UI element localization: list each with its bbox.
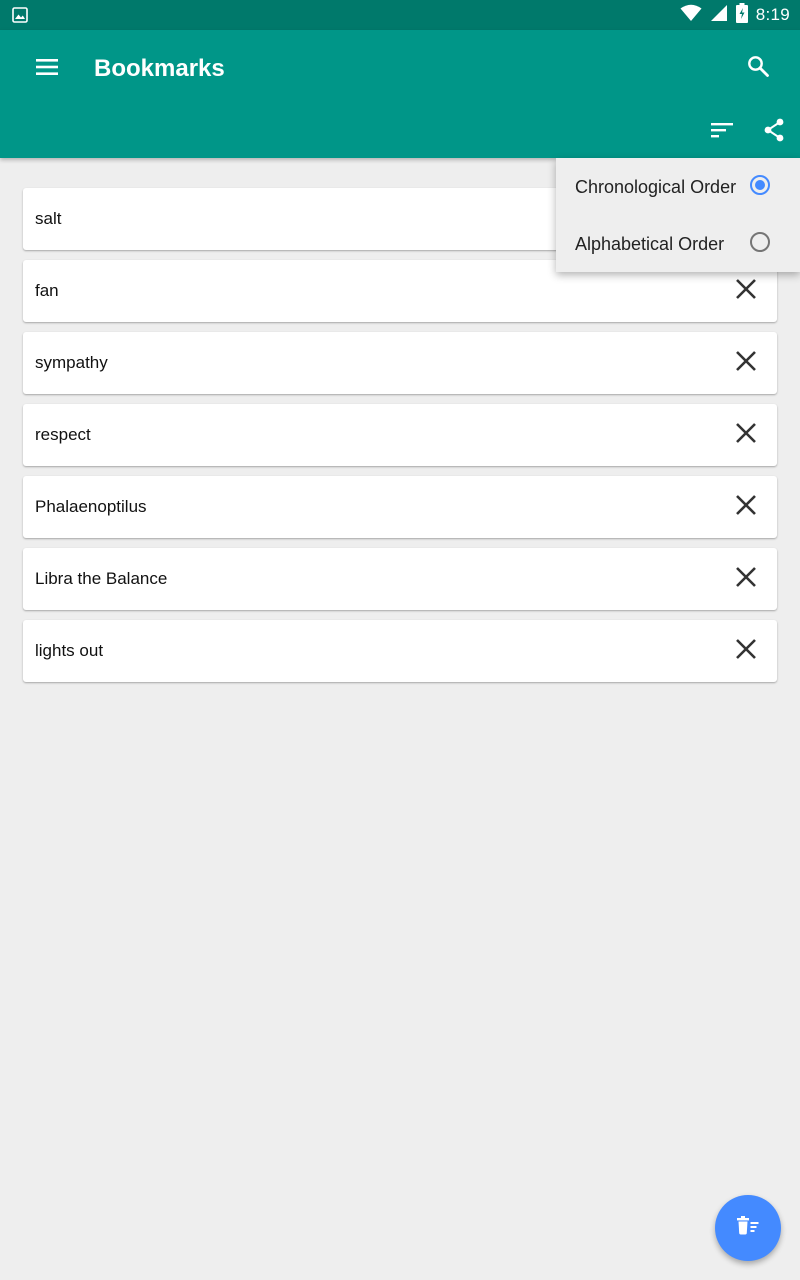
bookmark-item[interactable]: respect [23, 404, 777, 466]
remove-bookmark-button[interactable] [727, 632, 765, 670]
menu-item-chronological-order[interactable]: Chronological Order [556, 158, 800, 215]
image-notification-icon [12, 7, 28, 28]
menu-icon [35, 57, 59, 82]
page-title: Bookmarks [94, 55, 225, 82]
sort-order-menu: Chronological Order Alphabetical Order [556, 158, 800, 272]
bookmark-label: Libra the Balance [35, 569, 168, 588]
share-icon [762, 118, 786, 147]
bookmark-label: respect [35, 425, 91, 444]
status-time: 8:19 [755, 5, 790, 24]
close-icon [735, 494, 757, 521]
remove-bookmark-button[interactable] [727, 344, 765, 382]
bookmark-item[interactable]: Libra the Balance [23, 548, 777, 610]
remove-bookmark-button[interactable] [727, 560, 765, 598]
search-button[interactable] [738, 48, 778, 88]
close-icon [735, 278, 757, 305]
delete-all-icon [734, 1212, 762, 1245]
radio-selected-icon[interactable] [750, 175, 770, 195]
sort-icon [710, 121, 734, 144]
remove-bookmark-button[interactable] [727, 272, 765, 310]
menu-button[interactable] [26, 48, 68, 90]
wifi-icon [680, 4, 702, 27]
bookmark-label: Phalaenoptilus [35, 497, 147, 516]
search-icon [746, 54, 770, 83]
close-icon [735, 422, 757, 449]
battery-charging-icon [735, 2, 748, 28]
menu-item-label: Alphabetical Order [575, 234, 725, 254]
menu-item-alphabetical-order[interactable]: Alphabetical Order [556, 215, 800, 272]
remove-bookmark-button[interactable] [727, 416, 765, 454]
close-icon [735, 638, 757, 665]
status-bar: 8:19 [0, 0, 800, 30]
radio-unselected-icon[interactable] [750, 232, 770, 252]
share-button[interactable] [754, 112, 794, 152]
clear-bookmarks-fab[interactable] [715, 1195, 781, 1261]
bookmark-item[interactable]: lights out [23, 620, 777, 682]
close-icon [735, 566, 757, 593]
bookmark-item[interactable]: sympathy [23, 332, 777, 394]
bookmark-label: sympathy [35, 353, 108, 372]
remove-bookmark-button[interactable] [727, 488, 765, 526]
bookmark-label: salt [35, 209, 62, 228]
signal-icon [710, 4, 728, 27]
bookmark-label: fan [35, 281, 59, 300]
close-icon [735, 350, 757, 377]
sort-button[interactable] [700, 112, 744, 152]
bookmark-label: lights out [35, 641, 104, 660]
bookmark-item[interactable]: Phalaenoptilus [23, 476, 777, 538]
app-bar: Bookmarks [0, 30, 800, 158]
menu-item-label: Chronological Order [575, 177, 737, 197]
